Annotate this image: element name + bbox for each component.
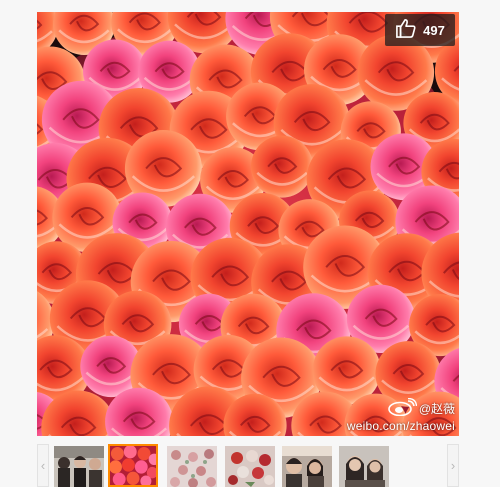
thumbnail-flower-pattern[interactable]	[167, 446, 217, 487]
photo-viewer-page: 497 @赵薇 weibo.com/zhaowei ‹ ›	[0, 0, 500, 487]
photo-viewer[interactable]: 497 @赵薇 weibo.com/zhaowei	[37, 12, 459, 436]
photo-watermark: @赵薇 weibo.com/zhaowei	[346, 397, 455, 433]
thumbnail-portrait[interactable]	[339, 446, 389, 487]
like-button[interactable]: 497	[385, 14, 455, 46]
weibo-logo-icon	[387, 397, 418, 419]
thumbnail-bouquet[interactable]	[225, 446, 275, 487]
like-count: 497	[423, 22, 445, 38]
watermark-handle: @赵薇	[418, 402, 455, 416]
main-photo[interactable]	[37, 12, 459, 436]
thumbnail-group-photo[interactable]	[54, 446, 104, 487]
thumbnail-strip: ‹ ›	[37, 444, 459, 487]
thumbnail-roses[interactable]	[108, 444, 158, 487]
thumbs-up-icon	[395, 18, 417, 43]
thumbnail-selfie-group[interactable]	[282, 446, 332, 487]
watermark-url: weibo.com/zhaowei	[346, 419, 455, 433]
next-arrow-button[interactable]: ›	[447, 444, 459, 487]
previous-arrow-button[interactable]: ‹	[37, 444, 49, 487]
